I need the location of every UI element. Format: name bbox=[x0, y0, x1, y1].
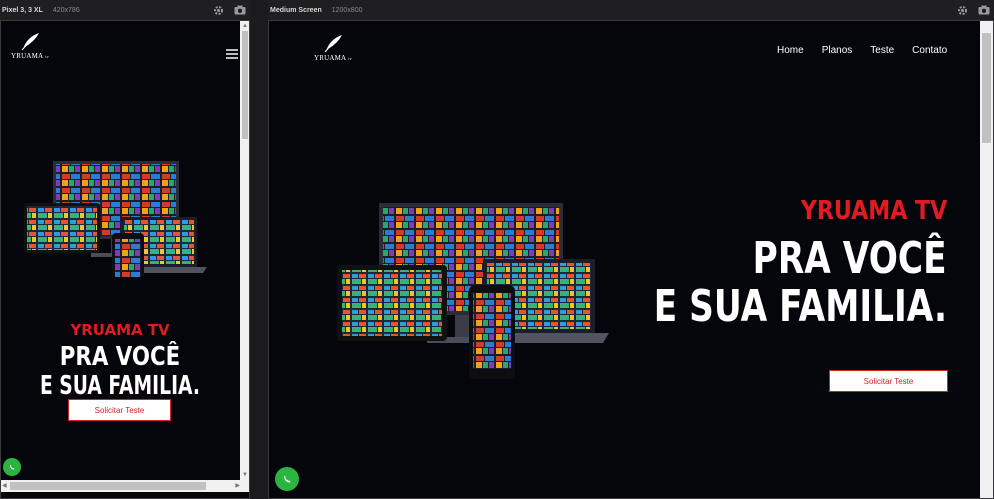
vertical-scrollbar[interactable]: ▲ ▼ bbox=[240, 21, 249, 480]
vertical-scrollbar-thumb[interactable] bbox=[982, 33, 991, 143]
website-desktop: YRUAMA tv Home Planos Teste Contato YRUA… bbox=[269, 21, 980, 498]
nav-planos[interactable]: Planos bbox=[822, 45, 853, 56]
desktop-viewport: YRUAMA tv Home Planos Teste Contato YRUA… bbox=[268, 20, 994, 499]
whatsapp-icon[interactable] bbox=[3, 458, 21, 476]
device-toolbar: Medium Screen 1200x800 bbox=[268, 0, 994, 20]
vertical-scrollbar-thumb[interactable] bbox=[242, 31, 248, 139]
hero-title-line2: E SUA FAMILIA. bbox=[40, 371, 200, 401]
logo-text: YRUAMA bbox=[314, 54, 347, 62]
site-logo[interactable]: YRUAMA tv bbox=[11, 31, 49, 60]
logo-suffix: tv bbox=[348, 56, 352, 61]
gear-icon[interactable] bbox=[213, 5, 224, 16]
main-nav: Home Planos Teste Contato bbox=[777, 45, 947, 56]
horizontal-scrollbar-thumb[interactable] bbox=[10, 482, 206, 490]
feather-logo-icon bbox=[324, 35, 342, 53]
request-test-button[interactable]: Solicitar Teste bbox=[68, 399, 171, 421]
nav-contato[interactable]: Contato bbox=[912, 45, 947, 56]
device-pane-desktop: Medium Screen 1200x800 YRUAMA tv Home Pla… bbox=[268, 0, 994, 499]
whatsapp-icon[interactable] bbox=[275, 467, 299, 491]
devices-illustration bbox=[24, 161, 207, 277]
horizontal-scrollbar[interactable]: ◀ ▶ bbox=[1, 480, 249, 492]
hamburger-icon[interactable] bbox=[226, 49, 238, 59]
device-dimensions: 1200x800 bbox=[331, 6, 363, 14]
device-toolbar: Pixel 3, 3 XL 420x786 bbox=[0, 0, 250, 20]
vertical-scrollbar[interactable] bbox=[980, 21, 993, 498]
site-logo[interactable]: YRUAMA tv bbox=[314, 33, 352, 62]
device-name: Medium Screen bbox=[270, 6, 322, 14]
feather-logo-icon bbox=[21, 33, 39, 51]
hero-title-line2: E SUA FAMILIA. bbox=[653, 281, 947, 332]
device-pane-mobile: Pixel 3, 3 XL 420x786 YRUAMA tv YRUAMA T… bbox=[0, 0, 250, 499]
camera-icon[interactable] bbox=[234, 5, 246, 15]
logo-suffix: tv bbox=[45, 54, 49, 59]
nav-teste[interactable]: Teste bbox=[870, 45, 894, 56]
hero-title-line1: PRA VOCÊ bbox=[59, 342, 181, 372]
logo-text: YRUAMA bbox=[11, 52, 44, 60]
request-test-button[interactable]: Solicitar Teste bbox=[829, 370, 948, 392]
gear-icon[interactable] bbox=[957, 5, 968, 16]
device-name: Pixel 3, 3 XL bbox=[2, 6, 43, 14]
devices-illustration bbox=[337, 203, 609, 379]
nav-home[interactable]: Home bbox=[777, 45, 804, 56]
mobile-viewport: YRUAMA tv YRUAMA TV PRA VOCÊ E SUA FAMILI… bbox=[0, 20, 250, 499]
device-dimensions: 420x786 bbox=[52, 6, 80, 14]
website-mobile: YRUAMA tv YRUAMA TV PRA VOCÊ E SUA FAMILI… bbox=[1, 21, 239, 480]
camera-icon[interactable] bbox=[978, 5, 990, 15]
hero-title-line1: PRA VOCÊ bbox=[753, 233, 947, 284]
hero-subtitle: YRUAMA TV bbox=[70, 321, 170, 339]
hero-subtitle: YRUAMA TV bbox=[800, 196, 947, 226]
